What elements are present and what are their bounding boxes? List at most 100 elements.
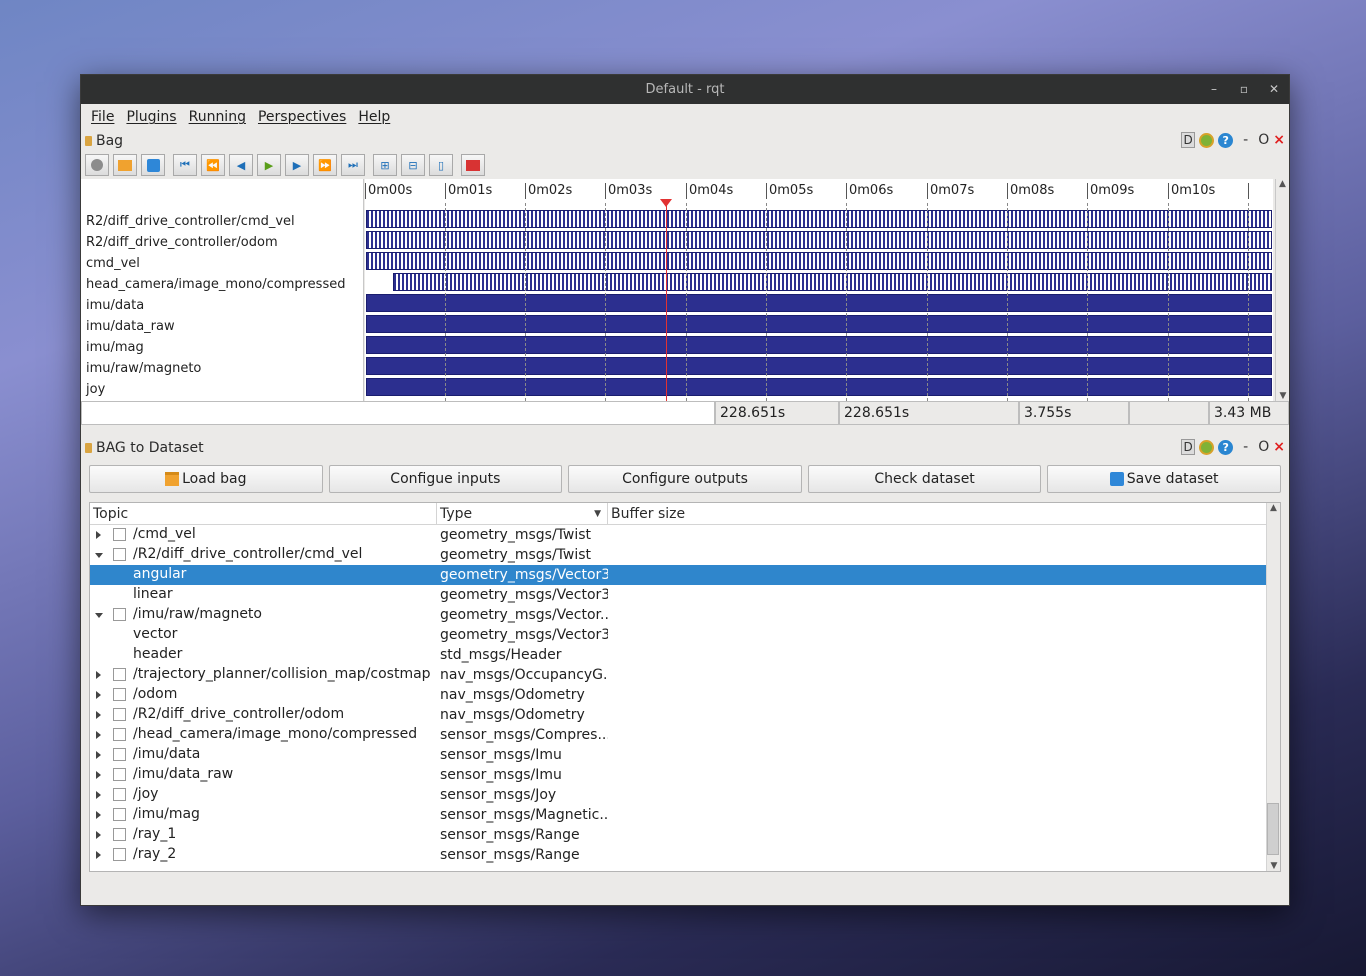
open-bag-button[interactable] — [113, 154, 137, 176]
panel-options-button[interactable]: O — [1258, 439, 1269, 455]
record-button[interactable] — [85, 154, 109, 176]
table-row[interactable]: /odom nav_msgs/Odometry — [90, 685, 1280, 705]
chevron-right-icon[interactable] — [96, 691, 101, 699]
panel-minimize-button[interactable]: - — [1243, 132, 1248, 148]
table-row[interactable]: /R2/diff_drive_controller/odom nav_msgs/O… — [90, 705, 1280, 725]
configure-inputs-button[interactable]: Configue inputs — [328, 465, 563, 493]
topic-checkbox[interactable] — [113, 548, 126, 561]
scroll-down-icon[interactable]: ▼ — [1276, 391, 1290, 401]
reload-icon[interactable] — [1199, 132, 1215, 148]
help-icon[interactable]: ? — [1218, 439, 1234, 455]
column-buffer-size[interactable]: Buffer size — [608, 503, 1280, 524]
dock-button[interactable]: D — [1181, 439, 1196, 455]
scroll-thumb[interactable] — [1267, 803, 1279, 855]
zoom-out-button[interactable]: ⊟ — [401, 154, 425, 176]
topic-checkbox[interactable] — [113, 828, 126, 841]
bag-timeline[interactable]: R2/diff_drive_controller/cmd_vel R2/diff… — [81, 179, 1289, 401]
chevron-down-icon[interactable] — [95, 553, 103, 558]
step-back-button[interactable]: ◀ — [229, 154, 253, 176]
topic-checkbox[interactable] — [113, 808, 126, 821]
topic-checkbox[interactable] — [113, 688, 126, 701]
panel-close-button[interactable]: × — [1273, 132, 1285, 148]
message-track[interactable] — [366, 231, 1272, 249]
table-row[interactable]: header std_msgs/Header — [90, 645, 1280, 665]
chevron-right-icon[interactable] — [96, 811, 101, 819]
skip-to-start-button[interactable]: ⏮ — [173, 154, 197, 176]
chevron-down-icon[interactable] — [95, 613, 103, 618]
table-row[interactable]: /imu/mag sensor_msgs/Magnetic... — [90, 805, 1280, 825]
menu-running[interactable]: Running — [183, 109, 252, 125]
topic-checkbox[interactable] — [113, 788, 126, 801]
topic-checkbox[interactable] — [113, 528, 126, 541]
reload-icon[interactable] — [1199, 439, 1215, 455]
menu-file[interactable]: File — [85, 109, 120, 125]
timeline-scrollbar[interactable]: ▲ ▼ — [1275, 179, 1289, 401]
table-row[interactable]: /head_camera/image_mono/compressed sensor… — [90, 725, 1280, 745]
zoom-in-button[interactable]: ⊞ — [373, 154, 397, 176]
thumbnail-button[interactable] — [461, 154, 485, 176]
table-row[interactable]: linear geometry_msgs/Vector3 — [90, 585, 1280, 605]
table-row[interactable]: /R2/diff_drive_controller/cmd_vel geometr… — [90, 545, 1280, 565]
topic-checkbox[interactable] — [113, 668, 126, 681]
playhead-line[interactable] — [666, 201, 667, 401]
skip-to-end-button[interactable]: ⏭ — [341, 154, 365, 176]
table-row[interactable]: /imu/raw/magneto geometry_msgs/Vector... — [90, 605, 1280, 625]
chevron-right-icon[interactable] — [96, 711, 101, 719]
table-row[interactable]: /ray_2 sensor_msgs/Range — [90, 845, 1280, 865]
message-track[interactable] — [366, 357, 1272, 375]
save-dataset-button[interactable]: Save dataset — [1047, 465, 1281, 493]
message-track[interactable] — [366, 294, 1272, 312]
chevron-right-icon[interactable] — [96, 671, 101, 679]
scroll-down-icon[interactable]: ▼ — [1267, 861, 1280, 871]
zoom-reset-button[interactable]: ▯ — [429, 154, 453, 176]
panel-close-button[interactable]: × — [1273, 439, 1285, 455]
column-type[interactable]: Type ▼ — [437, 503, 608, 524]
minimize-button[interactable]: – — [1205, 81, 1223, 97]
topic-checkbox[interactable] — [113, 728, 126, 741]
check-dataset-button[interactable]: Check dataset — [807, 465, 1042, 493]
topic-checkbox[interactable] — [113, 748, 126, 761]
table-row[interactable]: /ray_1 sensor_msgs/Range — [90, 825, 1280, 845]
chevron-right-icon[interactable] — [96, 851, 101, 859]
title-bar[interactable]: Default - rqt – ▫ ✕ — [81, 75, 1289, 104]
topic-checkbox[interactable] — [113, 848, 126, 861]
chevron-right-icon[interactable] — [96, 531, 101, 539]
table-row[interactable]: angular geometry_msgs/Vector3 — [90, 565, 1280, 585]
table-row[interactable]: /imu/data_raw sensor_msgs/Imu — [90, 765, 1280, 785]
column-topic[interactable]: Topic — [90, 503, 437, 524]
table-row[interactable]: /cmd_vel geometry_msgs/Twist — [90, 525, 1280, 545]
message-track[interactable] — [366, 336, 1272, 354]
table-row[interactable]: /trajectory_planner/collision_map/costma… — [90, 665, 1280, 685]
menu-perspectives[interactable]: Perspectives — [252, 109, 352, 125]
configure-outputs-button[interactable]: Configure outputs — [568, 465, 802, 493]
timeline-area[interactable]: 0m00s 0m01s 0m02s 0m03s 0m04s 0m05s 0m06… — [365, 179, 1273, 401]
message-track[interactable] — [366, 315, 1272, 333]
scroll-up-icon[interactable]: ▲ — [1267, 503, 1280, 513]
menu-plugins[interactable]: Plugins — [120, 109, 182, 125]
message-track[interactable] — [366, 252, 1272, 270]
drag-grip-icon[interactable] — [85, 136, 92, 146]
chevron-right-icon[interactable] — [96, 731, 101, 739]
table-row[interactable]: /joy sensor_msgs/Joy — [90, 785, 1280, 805]
chevron-right-icon[interactable] — [96, 751, 101, 759]
play-button[interactable]: ▶ — [257, 154, 281, 176]
topic-checkbox[interactable] — [113, 608, 126, 621]
rewind-button[interactable]: ⏪ — [201, 154, 225, 176]
panel-options-button[interactable]: O — [1258, 132, 1269, 148]
load-bag-button[interactable]: Load bag — [89, 465, 323, 493]
close-button[interactable]: ✕ — [1265, 81, 1283, 97]
maximize-button[interactable]: ▫ — [1235, 81, 1253, 97]
chevron-right-icon[interactable] — [96, 831, 101, 839]
save-bag-button[interactable] — [141, 154, 165, 176]
topic-tree[interactable]: Topic Type ▼ Buffer size /cmd_vel geometr… — [89, 502, 1281, 872]
scroll-up-icon[interactable]: ▲ — [1276, 179, 1289, 189]
message-track[interactable] — [366, 378, 1272, 396]
topic-checkbox[interactable] — [113, 708, 126, 721]
table-row[interactable]: /imu/data sensor_msgs/Imu — [90, 745, 1280, 765]
help-icon[interactable]: ? — [1218, 132, 1234, 148]
topic-checkbox[interactable] — [113, 768, 126, 781]
fast-forward-button[interactable]: ⏩ — [313, 154, 337, 176]
panel-minimize-button[interactable]: - — [1243, 439, 1248, 455]
chevron-right-icon[interactable] — [96, 771, 101, 779]
menu-help[interactable]: Help — [352, 109, 396, 125]
